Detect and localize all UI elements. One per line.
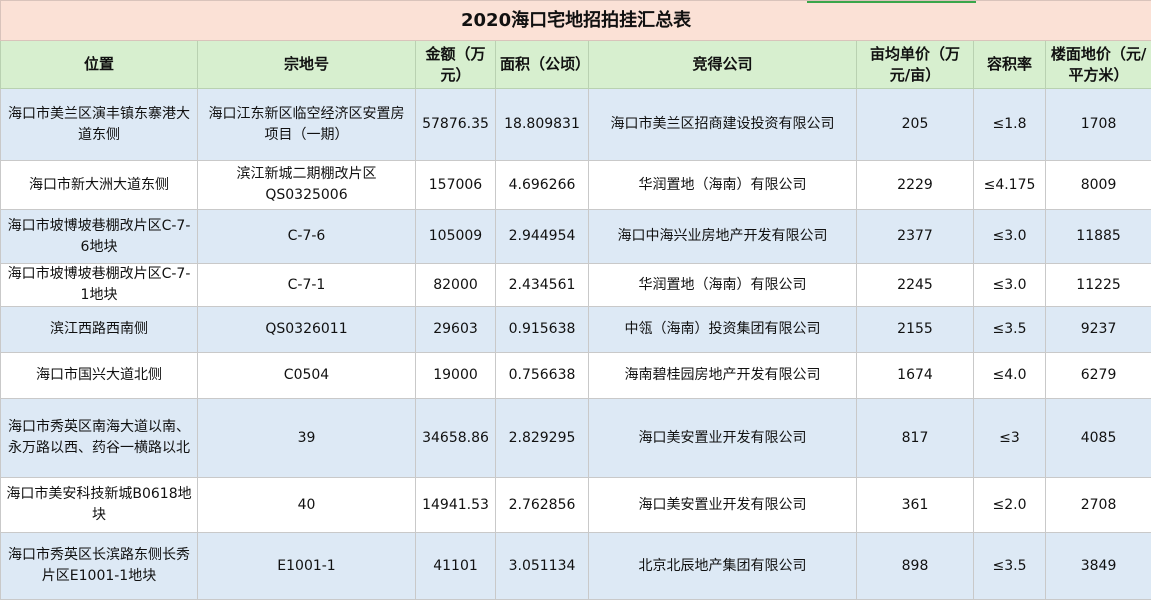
header-unit-price: 亩均单价（万元/亩） [856,40,974,89]
cell-area: 3.051134 [495,532,589,600]
cell-parcel: C-7-1 [197,263,416,307]
header-parcel: 宗地号 [197,40,416,89]
cell-floor-price: 2708 [1044,477,1151,533]
cell-area: 2.762856 [495,477,589,533]
cell-area: 0.915638 [495,306,589,353]
cell-area: 4.696266 [495,160,589,210]
table-title: 2020海口宅地招拍挂汇总表 [0,0,1151,41]
cell-amount: 157006 [415,160,496,210]
cell-unit-price: 2245 [856,263,974,307]
cell-parcel: 海口江东新区临空经济区安置房项目（一期） [197,88,416,161]
land-auction-table: 2020海口宅地招拍挂汇总表 位置 宗地号 金额（万元） 面积（公顷） 竞得公司… [0,0,1151,600]
header-company: 竞得公司 [588,40,857,89]
cell-location: 海口市美安科技新城B0618地块 [0,477,198,533]
cell-company: 海口中海兴业房地产开发有限公司 [588,209,857,264]
cell-location: 海口市秀英区长滨路东侧长秀片区E1001-1地块 [0,532,198,600]
header-area: 面积（公顷） [495,40,589,89]
cell-unit-price: 2229 [856,160,974,210]
cell-parcel: C-7-6 [197,209,416,264]
cell-area: 2.829295 [495,398,589,478]
cell-floor-price: 1708 [1044,88,1151,161]
table-row: 海口市美安科技新城B0618地块 40 14941.53 2.762856 海口… [0,477,1151,533]
cell-amount: 14941.53 [415,477,496,533]
table-row: 海口市美兰区演丰镇东寨港大道东侧 海口江东新区临空经济区安置房项目（一期） 57… [0,88,1151,161]
cell-floor-price: 9237 [1044,306,1151,353]
cell-parcel: 40 [197,477,416,533]
table-row: 滨江西路西南侧 QS0326011 29603 0.915638 中瓴（海南）投… [0,306,1151,353]
cell-plot-ratio: ≤3 [973,398,1046,478]
table-row: 海口市坡博坡巷棚改片区C-7-6地块 C-7-6 105009 2.944954… [0,209,1151,264]
cell-company: 海口美安置业开发有限公司 [588,398,857,478]
cell-unit-price: 361 [856,477,974,533]
cell-unit-price: 205 [856,88,974,161]
cell-plot-ratio: ≤4.175 [973,160,1046,210]
cell-floor-price: 11225 [1044,263,1151,307]
cell-company: 华润置地（海南）有限公司 [588,263,857,307]
cell-unit-price: 1674 [856,352,974,399]
cell-location: 海口市秀英区南海大道以南、永万路以西、药谷一横路以北 [0,398,198,478]
cell-area: 2.434561 [495,263,589,307]
table-row: 海口市秀英区南海大道以南、永万路以西、药谷一横路以北 39 34658.86 2… [0,398,1151,478]
table-row: 海口市国兴大道北侧 C0504 19000 0.756638 海南碧桂园房地产开… [0,352,1151,399]
cell-parcel: 39 [197,398,416,478]
cell-parcel: 滨江新城二期棚改片区QS0325006 [197,160,416,210]
cell-unit-price: 2377 [856,209,974,264]
table-title-text: 2020海口宅地招拍挂汇总表 [461,10,692,31]
cell-floor-price: 11885 [1044,209,1151,264]
cell-plot-ratio: ≤1.8 [973,88,1046,161]
cell-parcel: E1001-1 [197,532,416,600]
cell-plot-ratio: ≤4.0 [973,352,1046,399]
cell-company: 海南碧桂园房地产开发有限公司 [588,352,857,399]
cell-plot-ratio: ≤3.5 [973,306,1046,353]
cell-floor-price: 6279 [1044,352,1151,399]
cell-amount: 57876.35 [415,88,496,161]
cell-company: 海口美安置业开发有限公司 [588,477,857,533]
cell-floor-price: 4085 [1044,398,1151,478]
cell-amount: 19000 [415,352,496,399]
table-row: 海口市新大洲大道东侧 滨江新城二期棚改片区QS0325006 157006 4.… [0,160,1151,210]
cell-area: 2.944954 [495,209,589,264]
cell-amount: 41101 [415,532,496,600]
cell-location: 海口市国兴大道北侧 [0,352,198,399]
header-plot-ratio: 容积率 [973,40,1046,89]
header-location: 位置 [0,40,198,89]
cell-amount: 105009 [415,209,496,264]
header-floor-price: 楼面地价（元/平方米） [1044,40,1151,89]
cell-plot-ratio: ≤3.0 [973,263,1046,307]
cell-area: 18.809831 [495,88,589,161]
cell-company: 华润置地（海南）有限公司 [588,160,857,210]
table-row: 海口市秀英区长滨路东侧长秀片区E1001-1地块 E1001-1 41101 3… [0,532,1151,600]
cell-area: 0.756638 [495,352,589,399]
cell-company: 北京北辰地产集团有限公司 [588,532,857,600]
cell-location: 海口市美兰区演丰镇东寨港大道东侧 [0,88,198,161]
cell-company: 海口市美兰区招商建设投资有限公司 [588,88,857,161]
cell-amount: 29603 [415,306,496,353]
cell-plot-ratio: ≤3.5 [973,532,1046,600]
cell-floor-price: 8009 [1044,160,1151,210]
cell-location: 滨江西路西南侧 [0,306,198,353]
selection-accent-bar [807,1,976,3]
cell-amount: 34658.86 [415,398,496,478]
cell-location: 海口市坡博坡巷棚改片区C-7-1地块 [0,263,198,307]
header-amount: 金额（万元） [415,40,496,89]
cell-parcel: C0504 [197,352,416,399]
cell-unit-price: 2155 [856,306,974,353]
cell-amount: 82000 [415,263,496,307]
cell-unit-price: 898 [856,532,974,600]
cell-company: 中瓴（海南）投资集团有限公司 [588,306,857,353]
cell-location: 海口市新大洲大道东侧 [0,160,198,210]
cell-plot-ratio: ≤2.0 [973,477,1046,533]
cell-plot-ratio: ≤3.0 [973,209,1046,264]
cell-location: 海口市坡博坡巷棚改片区C-7-6地块 [0,209,198,264]
table-row: 海口市坡博坡巷棚改片区C-7-1地块 C-7-1 82000 2.434561 … [0,263,1151,307]
cell-floor-price: 3849 [1044,532,1151,600]
cell-parcel: QS0326011 [197,306,416,353]
cell-unit-price: 817 [856,398,974,478]
